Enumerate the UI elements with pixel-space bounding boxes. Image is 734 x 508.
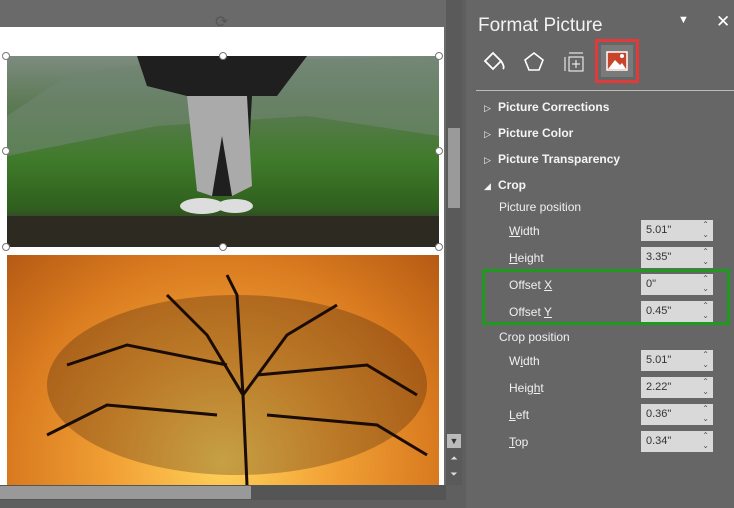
crop-width-spinner[interactable]: 5.01" ⌃ ⌄ — [641, 350, 713, 371]
next-slide-icon[interactable]: ⏷ — [447, 467, 461, 481]
resize-handle[interactable] — [435, 147, 443, 155]
picture-width-spinner[interactable]: 5.01" ⌃ ⌄ — [641, 220, 713, 241]
section-crop[interactable]: ◢ Crop — [484, 178, 526, 192]
pentagon-icon — [524, 51, 544, 71]
scroll-down-icon[interactable]: ▼ — [447, 434, 461, 448]
crop-top-spinner[interactable]: 0.34" ⌃ ⌄ — [641, 431, 713, 452]
tab-fill-line[interactable] — [476, 44, 512, 80]
resize-handle[interactable] — [435, 243, 443, 251]
spinner-arrows-icon: ⌃ ⌄ — [702, 220, 709, 239]
picture-icon — [606, 51, 628, 71]
picture-jumping-person[interactable] — [7, 56, 439, 247]
resize-handle[interactable] — [2, 52, 10, 60]
resize-handle[interactable] — [219, 243, 227, 251]
expand-icon: ▷ — [484, 129, 491, 139]
picture-position-heading: Picture position — [499, 200, 582, 214]
resize-handle[interactable] — [2, 243, 10, 251]
section-picture-color[interactable]: ▷ Picture Color — [484, 126, 573, 140]
tab-size-properties[interactable] — [556, 44, 592, 80]
horizontal-scrollbar[interactable] — [0, 485, 446, 500]
resize-handle[interactable] — [435, 52, 443, 60]
spinner-arrows-icon: ⌃ ⌄ — [702, 377, 709, 396]
spinner-arrows-icon: ⌃ ⌄ — [702, 350, 709, 369]
vertical-scrollbar[interactable]: ▼ ⏶ ⏷ — [446, 0, 462, 485]
tree-silhouette — [46, 274, 428, 485]
picture-tree-sunset[interactable] — [7, 255, 439, 485]
pane-title: Format Picture — [478, 15, 603, 36]
format-picture-pane: Format Picture ▼ ✕ ▷ Picture Corrections … — [466, 0, 734, 508]
section-picture-transparency[interactable]: ▷ Picture Transparency — [484, 152, 620, 166]
crop-position-heading: Crop position — [499, 330, 570, 344]
crop-height-label: Height — [509, 381, 544, 395]
person-silhouette — [7, 56, 439, 247]
spinner-arrows-icon: ⌃ ⌄ — [702, 431, 709, 450]
expand-icon: ▷ — [484, 155, 491, 165]
scrollbar-thumb[interactable] — [448, 128, 460, 208]
size-position-icon — [564, 52, 584, 72]
offset-highlight-box — [482, 269, 730, 325]
tab-divider — [476, 90, 734, 91]
slide — [0, 27, 444, 485]
resize-handle[interactable] — [2, 147, 10, 155]
previous-slide-icon[interactable]: ⏶ — [447, 451, 461, 465]
crop-left-label: Left — [509, 408, 530, 422]
crop-left-spinner[interactable]: 0.36" ⌃ ⌄ — [641, 404, 713, 425]
pane-options-icon[interactable]: ▼ — [678, 14, 689, 26]
spinner-arrows-icon: ⌃ ⌄ — [702, 404, 709, 423]
resize-handle[interactable] — [219, 52, 227, 60]
collapse-icon: ◢ — [484, 181, 491, 191]
picture-height-label: Height — [509, 251, 544, 265]
paint-bucket-icon — [483, 51, 505, 71]
scrollbar-thumb[interactable] — [0, 486, 251, 499]
picture-height-spinner[interactable]: 3.35" ⌃ ⌄ — [641, 247, 713, 268]
spinner-arrows-icon: ⌃ ⌄ — [702, 247, 709, 266]
crop-height-spinner[interactable]: 2.22" ⌃ ⌄ — [641, 377, 713, 398]
rotate-handle-icon[interactable]: ⟳ — [215, 12, 228, 32]
tab-effects[interactable] — [516, 44, 552, 80]
section-picture-corrections[interactable]: ▷ Picture Corrections — [484, 100, 609, 114]
picture-width-label: Width — [509, 224, 540, 238]
tab-picture[interactable] — [595, 39, 639, 83]
close-icon[interactable]: ✕ — [716, 12, 730, 32]
slide-canvas: ⟳ — [0, 0, 446, 485]
crop-width-label: Width — [509, 354, 540, 368]
crop-top-label: Top — [509, 435, 529, 449]
expand-icon: ▷ — [484, 103, 491, 113]
